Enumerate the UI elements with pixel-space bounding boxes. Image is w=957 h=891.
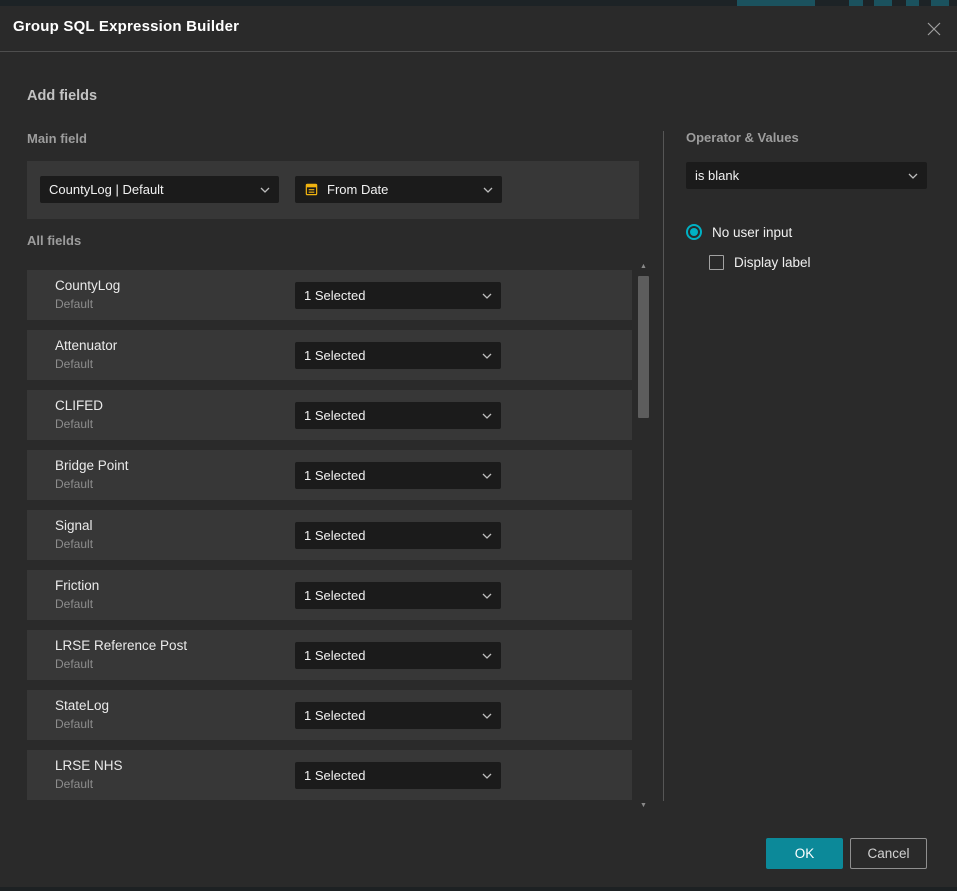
- display-label-option[interactable]: Display label: [709, 255, 811, 270]
- field-selected-value: 1 Selected: [304, 408, 476, 423]
- field-selected-dropdown[interactable]: 1 Selected: [295, 282, 501, 309]
- field-subtitle: Default: [55, 297, 93, 311]
- column-divider: [663, 131, 664, 801]
- dialog-header: Group SQL Expression Builder: [0, 6, 957, 52]
- field-subtitle: Default: [55, 657, 93, 671]
- all-fields-list: CountyLog Default 1 Selected Attenuator …: [27, 270, 632, 801]
- main-field-label: Main field: [27, 131, 87, 146]
- field-name: Bridge Point: [55, 458, 129, 473]
- main-field-panel: CountyLog | Default From Date: [27, 161, 639, 219]
- field-selected-dropdown[interactable]: 1 Selected: [295, 462, 501, 489]
- layer-select-value: CountyLog | Default: [49, 182, 254, 197]
- field-row: CLIFED Default 1 Selected: [27, 390, 632, 440]
- field-subtitle: Default: [55, 717, 93, 731]
- field-subtitle: Default: [55, 537, 93, 551]
- all-fields-label: All fields: [27, 233, 81, 248]
- close-icon[interactable]: [924, 19, 944, 39]
- operator-values-label: Operator & Values: [686, 130, 799, 145]
- field-selected-dropdown[interactable]: 1 Selected: [295, 702, 501, 729]
- field-selected-value: 1 Selected: [304, 288, 476, 303]
- scrollbar-thumb[interactable]: [638, 276, 649, 418]
- no-user-input-radio[interactable]: [686, 224, 702, 240]
- field-selected-dropdown[interactable]: 1 Selected: [295, 342, 501, 369]
- chevron-down-icon: [482, 353, 492, 359]
- list-scrollbar[interactable]: ▲ ▼: [637, 262, 650, 811]
- field-row: Signal Default 1 Selected: [27, 510, 632, 560]
- field-selected-value: 1 Selected: [304, 708, 476, 723]
- chevron-down-icon: [483, 187, 493, 193]
- field-selected-dropdown[interactable]: 1 Selected: [295, 522, 501, 549]
- field-row: LRSE NHS Default 1 Selected: [27, 750, 632, 800]
- layer-select[interactable]: CountyLog | Default: [40, 176, 279, 203]
- screen: Group SQL Expression Builder Add fields …: [0, 0, 957, 891]
- chevron-down-icon: [482, 473, 492, 479]
- chevron-down-icon: [482, 533, 492, 539]
- field-selected-value: 1 Selected: [304, 768, 476, 783]
- display-label-checkbox[interactable]: [709, 255, 724, 270]
- field-selected-value: 1 Selected: [304, 348, 476, 363]
- background-app-edge-bottom: [0, 887, 957, 891]
- field-row: StateLog Default 1 Selected: [27, 690, 632, 740]
- group-sql-expression-builder-dialog: Group SQL Expression Builder Add fields …: [0, 6, 957, 887]
- field-name: StateLog: [55, 698, 109, 713]
- field-name: CountyLog: [55, 278, 120, 293]
- chevron-down-icon: [482, 773, 492, 779]
- dialog-title: Group SQL Expression Builder: [13, 18, 239, 35]
- field-name: Friction: [55, 578, 99, 593]
- cancel-button[interactable]: Cancel: [850, 838, 927, 869]
- field-row: LRSE Reference Post Default 1 Selected: [27, 630, 632, 680]
- chevron-down-icon: [482, 593, 492, 599]
- scrollbar-down-arrow-icon[interactable]: ▼: [637, 801, 650, 811]
- field-subtitle: Default: [55, 477, 93, 491]
- field-row: Bridge Point Default 1 Selected: [27, 450, 632, 500]
- field-name: Attenuator: [55, 338, 117, 353]
- field-subtitle: Default: [55, 597, 93, 611]
- field-row: Friction Default 1 Selected: [27, 570, 632, 620]
- chevron-down-icon: [482, 653, 492, 659]
- chevron-down-icon: [482, 413, 492, 419]
- field-name: LRSE NHS: [55, 758, 123, 773]
- field-selected-dropdown[interactable]: 1 Selected: [295, 642, 501, 669]
- field-row: CountyLog Default 1 Selected: [27, 270, 632, 320]
- add-fields-heading: Add fields: [27, 88, 97, 104]
- field-row: Attenuator Default 1 Selected: [27, 330, 632, 380]
- field-selected-dropdown[interactable]: 1 Selected: [295, 582, 501, 609]
- display-label-label: Display label: [734, 255, 811, 270]
- field-selected-value: 1 Selected: [304, 588, 476, 603]
- field-selected-dropdown[interactable]: 1 Selected: [295, 402, 501, 429]
- field-name: LRSE Reference Post: [55, 638, 187, 653]
- operator-select[interactable]: is blank: [686, 162, 927, 189]
- field-subtitle: Default: [55, 777, 93, 791]
- no-user-input-label: No user input: [712, 225, 792, 240]
- calendar-date-icon: [304, 182, 319, 197]
- no-user-input-option[interactable]: No user input: [686, 224, 792, 240]
- field-selected-value: 1 Selected: [304, 648, 476, 663]
- ok-button[interactable]: OK: [766, 838, 843, 869]
- field-name: CLIFED: [55, 398, 103, 413]
- scrollbar-up-arrow-icon[interactable]: ▲: [637, 262, 650, 272]
- main-field-select[interactable]: From Date: [295, 176, 502, 203]
- field-subtitle: Default: [55, 417, 93, 431]
- field-selected-value: 1 Selected: [304, 468, 476, 483]
- field-selected-dropdown[interactable]: 1 Selected: [295, 762, 501, 789]
- field-name: Signal: [55, 518, 93, 533]
- chevron-down-icon: [482, 293, 492, 299]
- field-selected-value: 1 Selected: [304, 528, 476, 543]
- operator-select-value: is blank: [695, 168, 902, 183]
- chevron-down-icon: [908, 173, 918, 179]
- chevron-down-icon: [482, 713, 492, 719]
- field-subtitle: Default: [55, 357, 93, 371]
- chevron-down-icon: [260, 187, 270, 193]
- main-field-select-value: From Date: [327, 182, 477, 197]
